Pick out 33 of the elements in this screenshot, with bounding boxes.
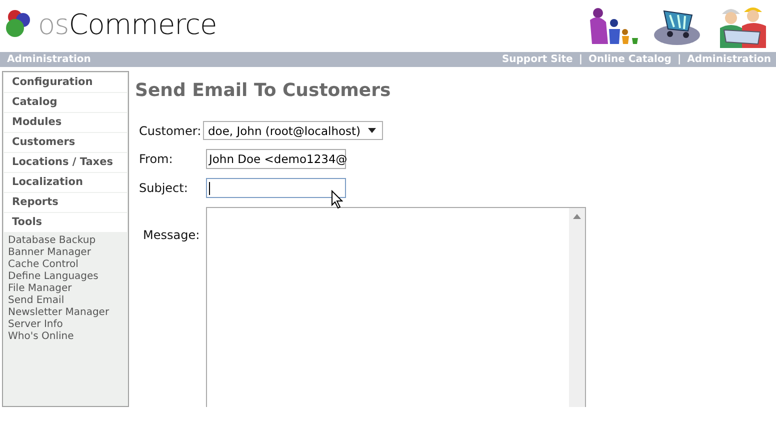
sidebar-section[interactable]: Catalog (4, 93, 127, 112)
sidebar-link[interactable]: File Manager (8, 283, 123, 295)
sidebar-section[interactable]: Modules (4, 113, 127, 132)
scroll-up-icon[interactable] (573, 214, 581, 219)
sidebar-link[interactable]: Banner Manager (8, 247, 123, 259)
mouse-pointer-icon (331, 190, 343, 209)
scrollbar[interactable] (569, 208, 585, 407)
sidebar-section[interactable]: Localization (4, 173, 127, 192)
sidebar-section[interactable]: Configuration (4, 73, 127, 92)
sidebar-link[interactable]: Send Email (8, 295, 123, 307)
link-separator: | (677, 54, 682, 65)
customer-dropdown[interactable]: doe, John (root@localhost) (203, 121, 383, 140)
field-label: Message: (142, 227, 201, 244)
message-field[interactable] (206, 207, 586, 407)
sidebar-link[interactable]: Newsletter Manager (8, 307, 123, 319)
sidebar-link[interactable]: Server Info (8, 319, 123, 331)
sidebar-link[interactable]: Who's Online (8, 331, 123, 343)
sidebar-section[interactable]: Tools (4, 213, 127, 232)
from-field[interactable]: John Doe <demo1234@ (206, 149, 346, 169)
sidebar-section[interactable]: Locations / Taxes (4, 153, 127, 172)
sidebar-link[interactable]: Cache Control (8, 259, 123, 271)
link-separator: | (578, 54, 582, 65)
sidebar-section[interactable]: Customers (4, 133, 127, 152)
header-title: Administration (7, 54, 91, 65)
caret-icon (368, 128, 376, 133)
sidebar-link[interactable]: Database Backup (8, 235, 123, 247)
sidebar-section[interactable]: Reports (4, 193, 127, 212)
field-label: Subject: (139, 181, 189, 195)
field-label: From: (139, 152, 174, 166)
sidebar-link[interactable]: Define Languages (8, 271, 123, 283)
field-label: Customer: (139, 124, 202, 138)
logo-text: osCommerce (38, 8, 217, 40)
page-title: Send Email To Customers (135, 80, 392, 101)
